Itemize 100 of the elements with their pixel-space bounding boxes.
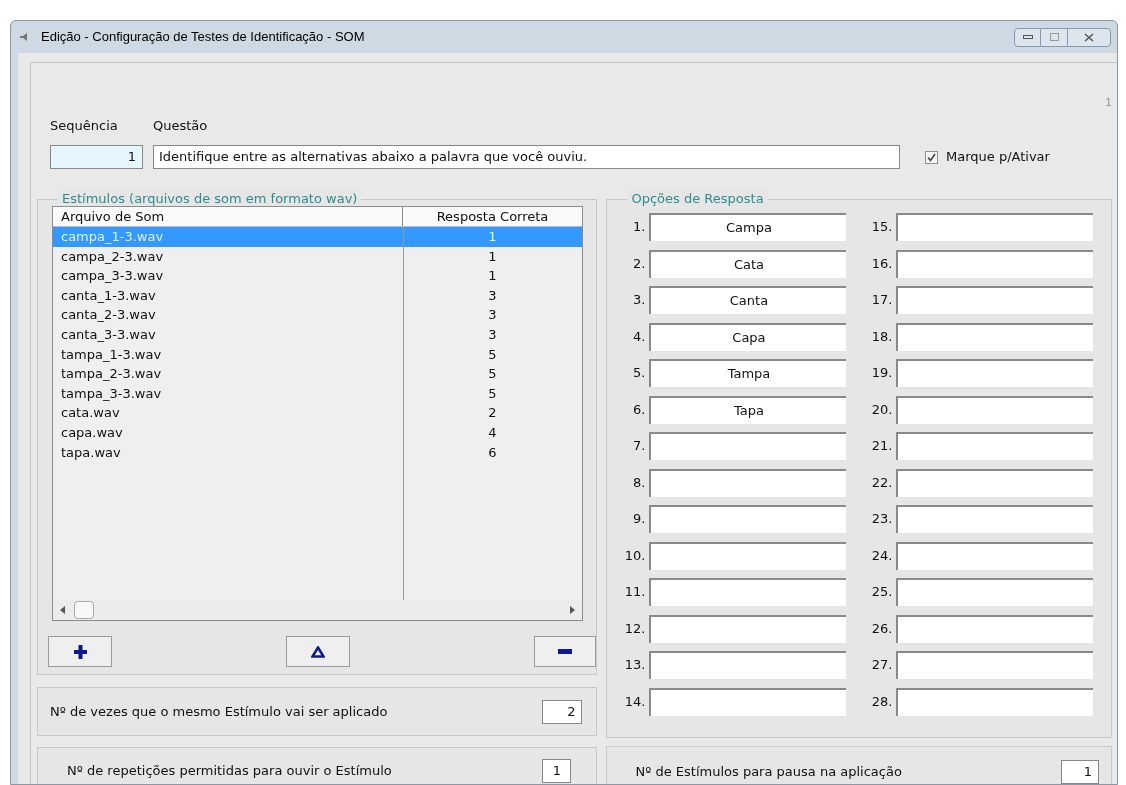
- option-field[interactable]: Canta: [649, 286, 847, 314]
- window-title: Edição - Configuração de Testes de Identificação - SOM: [41, 28, 365, 47]
- file-name: tampa_2-3.wav: [60, 365, 163, 384]
- list-row[interactable]: tapa.wav 6: [53, 442, 582, 463]
- question-label: Questão: [153, 117, 208, 136]
- option-field[interactable]: Tapa: [649, 395, 847, 424]
- option-field[interactable]: [896, 541, 1094, 570]
- options-group-title: Opções de Resposta: [627, 190, 768, 208]
- list-row[interactable]: campa_2-3.wav 1: [53, 246, 582, 267]
- option-field[interactable]: [896, 651, 1094, 679]
- option-field[interactable]: [896, 687, 1094, 716]
- option-number: 24.: [870, 546, 894, 565]
- answer-number: 5: [487, 365, 498, 384]
- option-number: 28.: [870, 692, 894, 711]
- option-number: 3.: [632, 291, 647, 309]
- list-row[interactable]: campa_3-3.wav 1: [53, 266, 582, 286]
- answer-number: 3: [487, 306, 498, 325]
- list-row[interactable]: tampa_2-3.wav 5: [53, 364, 582, 384]
- option-field[interactable]: [896, 578, 1094, 606]
- option-number: 18.: [870, 327, 894, 346]
- option-field[interactable]: [896, 505, 1094, 533]
- option-number: 12.: [623, 619, 647, 638]
- file-name: canta_2-3.wav: [60, 306, 157, 325]
- activate-checkbox[interactable]: [925, 150, 938, 164]
- option-number: 13.: [623, 656, 647, 674]
- option-field[interactable]: [896, 249, 1094, 278]
- option-number: 25.: [870, 583, 894, 601]
- option-field[interactable]: [896, 286, 1094, 314]
- option-number: 8.: [632, 473, 647, 492]
- list-row[interactable]: capa.wav 4: [53, 422, 582, 443]
- close-icon: [1084, 32, 1094, 42]
- option-number: 5.: [632, 364, 647, 382]
- option-number: 9.: [632, 510, 647, 528]
- column-header[interactable]: Arquivo de Som: [53, 207, 403, 226]
- option-field[interactable]: [649, 614, 847, 643]
- option-number: 11.: [623, 583, 647, 601]
- sequence-label: Sequência: [50, 117, 119, 136]
- move-up-button[interactable]: [286, 636, 350, 667]
- option-field[interactable]: [896, 395, 1094, 424]
- option-field[interactable]: [896, 359, 1094, 387]
- scroll-right-icon[interactable]: [570, 606, 575, 614]
- option-field[interactable]: [649, 505, 847, 533]
- minimize-button[interactable]: [1014, 27, 1041, 47]
- sequence-field[interactable]: 1: [50, 145, 143, 169]
- option-number: 14.: [623, 692, 647, 711]
- activate-label: Marque p/Ativar: [946, 148, 1050, 167]
- list-row[interactable]: canta_1-3.wav 3: [53, 285, 582, 306]
- close-button[interactable]: [1067, 27, 1111, 47]
- option-number: 26.: [870, 619, 894, 638]
- list-row[interactable]: canta_3-3.wav 3: [53, 324, 582, 345]
- file-name: campa_3-3.wav: [60, 267, 165, 286]
- option-number: 20.: [870, 400, 894, 419]
- option-field[interactable]: [649, 432, 847, 460]
- option-field[interactable]: [649, 687, 847, 716]
- option-number: 16.: [870, 254, 894, 273]
- repetitions-label: Nº de repetições permitidas para ouvir o Estímulo: [67, 762, 392, 780]
- option-field[interactable]: [896, 322, 1094, 351]
- applications-label: Nº de vezes que o mesmo Estímulo vai ser aplicado: [50, 702, 388, 721]
- add-button[interactable]: [48, 636, 112, 667]
- option-number: 4.: [632, 327, 647, 346]
- minus-icon: [558, 649, 573, 654]
- file-name: canta_1-3.wav: [60, 286, 157, 305]
- applications-field[interactable]: 2: [542, 699, 583, 724]
- answer-number: 5: [487, 345, 498, 364]
- list-row[interactable]: cata.wav 2: [53, 403, 582, 423]
- option-field[interactable]: [896, 468, 1094, 497]
- option-field[interactable]: Capa: [649, 322, 847, 351]
- option-number: 2.: [632, 254, 647, 273]
- answer-number: 3: [487, 286, 498, 305]
- file-name: campa_2-3.wav: [60, 247, 165, 266]
- option-number: 27.: [870, 656, 894, 674]
- stimuli-list[interactable]: [52, 206, 583, 621]
- option-field[interactable]: Campa: [649, 213, 847, 241]
- option-field[interactable]: [649, 468, 847, 497]
- option-field[interactable]: [649, 541, 847, 570]
- list-row[interactable]: tampa_1-3.wav 5: [53, 344, 582, 365]
- option-field[interactable]: [649, 578, 847, 606]
- remove-button[interactable]: [534, 636, 597, 667]
- option-field[interactable]: [649, 651, 847, 679]
- question-field[interactable]: Identifique entre as alternativas abaixo a palavra que você ouviu.: [153, 145, 900, 169]
- scrollbar-thumb[interactable]: [74, 601, 94, 619]
- scroll-left-icon[interactable]: [60, 606, 65, 614]
- option-field[interactable]: Cata: [649, 249, 847, 278]
- list-row[interactable]: canta_2-3.wav 3: [53, 305, 582, 325]
- option-number: 23.: [870, 510, 894, 528]
- option-number: 15.: [870, 218, 894, 236]
- option-field[interactable]: [896, 213, 1094, 241]
- option-field[interactable]: [896, 614, 1094, 643]
- pause-label: Nº de Estímulos para pausa na aplicação: [635, 763, 902, 781]
- repetitions-field[interactable]: 1: [542, 759, 572, 783]
- list-row[interactable]: tampa_3-3.wav 5: [53, 383, 582, 404]
- option-number: 22.: [870, 473, 894, 492]
- column-header[interactable]: Resposta Correta: [403, 207, 582, 226]
- file-name: cata.wav: [60, 404, 121, 423]
- option-number: 1.: [632, 218, 647, 236]
- option-field[interactable]: [896, 432, 1094, 460]
- answer-number: 3: [487, 325, 498, 344]
- pause-field[interactable]: 1: [1061, 760, 1099, 784]
- option-field[interactable]: Tampa: [649, 359, 847, 387]
- answer-number: 6: [487, 443, 498, 462]
